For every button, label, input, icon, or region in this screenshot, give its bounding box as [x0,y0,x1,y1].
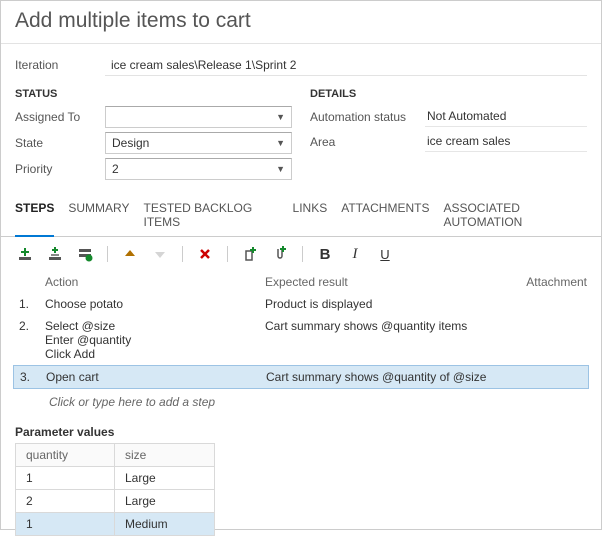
chevron-down-icon: ▼ [276,164,285,174]
steps-toolbar: B I U [1,237,601,271]
step-expected[interactable]: Cart summary shows @quantity items [265,319,587,361]
assigned-to-dropdown[interactable]: ▼ [105,106,292,128]
area-label: Area [310,135,425,149]
state-label: State [15,136,105,150]
step-row[interactable]: 1.Choose potatoProduct is displayed [15,293,587,315]
tabs: STEPS SUMMARY TESTED BACKLOG ITEMS LINKS ATT… [1,184,601,237]
state-dropdown[interactable]: Design▼ [105,132,292,154]
area-value[interactable]: ice cream sales [425,131,587,152]
tab-summary[interactable]: SUMMARY [68,196,129,236]
tab-attachments[interactable]: ATTACHMENTS [341,196,429,236]
steps-grid: Action Expected result Attachment 1.Choo… [1,271,601,415]
delete-button[interactable] [195,244,215,264]
page-title: Add multiple items to cart [1,1,601,44]
col-attachment: Attachment [507,275,587,289]
status-header: STATUS [15,88,292,100]
attachment-button[interactable] [270,244,290,264]
separator [227,246,228,262]
iteration-label: Iteration [15,58,105,72]
step-action[interactable]: Choose potato [45,297,265,311]
move-down-button[interactable] [150,244,170,264]
assigned-to-label: Assigned To [15,110,105,124]
chevron-down-icon: ▼ [276,112,285,122]
tab-links[interactable]: LINKS [293,196,328,236]
insert-shared-step-button[interactable] [45,244,65,264]
param-row[interactable]: 2Large [16,490,215,513]
step-action[interactable]: Open cart [46,370,266,384]
param-cell[interactable]: Medium [114,513,214,536]
add-step-placeholder[interactable]: Click or type here to add a step [15,389,587,415]
step-row[interactable]: 3.Open cartCart summary shows @quantity … [13,365,589,389]
tab-steps[interactable]: STEPS [15,196,54,237]
param-cell[interactable]: 2 [16,490,115,513]
step-expected[interactable]: Product is displayed [265,297,587,311]
parameter-values-title: Parameter values [15,425,587,439]
parameter-table: quantitysize 1Large2Large1Medium [15,443,215,536]
param-row[interactable]: 1Large [16,467,215,490]
separator [182,246,183,262]
details-header: DETAILS [310,88,587,100]
param-row[interactable]: 1Medium [16,513,215,536]
separator [302,246,303,262]
priority-dropdown[interactable]: 2▼ [105,158,292,180]
tab-associated-automation[interactable]: ASSOCIATED AUTOMATION [443,196,587,236]
bold-button[interactable]: B [315,244,335,264]
priority-label: Priority [15,162,105,176]
step-expected[interactable]: Cart summary shows @quantity of @size [266,370,586,384]
step-action[interactable]: Select @sizeEnter @quantityClick Add [45,319,265,361]
col-expected: Expected result [265,275,507,289]
add-parameter-button[interactable] [240,244,260,264]
param-cell[interactable]: 1 [16,467,115,490]
step-number: 1. [15,297,45,311]
param-cell[interactable]: Large [114,490,214,513]
insert-step-button[interactable] [15,244,35,264]
param-col-size: size [114,444,214,467]
param-cell[interactable]: 1 [16,513,115,536]
param-cell[interactable]: Large [114,467,214,490]
separator [107,246,108,262]
move-up-button[interactable] [120,244,140,264]
tab-tested-backlog-items[interactable]: TESTED BACKLOG ITEMS [143,196,278,236]
automation-status-value[interactable]: Not Automated [425,106,587,127]
step-row[interactable]: 2.Select @sizeEnter @quantityClick AddCa… [15,315,587,365]
automation-status-label: Automation status [310,110,425,124]
param-col-quantity: quantity [16,444,115,467]
col-action: Action [45,275,265,289]
chevron-down-icon: ▼ [276,138,285,148]
step-number: 3. [16,370,46,384]
step-number: 2. [15,319,45,361]
underline-button[interactable]: U [375,244,395,264]
create-shared-steps-button[interactable] [75,244,95,264]
italic-button[interactable]: I [345,244,365,264]
iteration-field[interactable]: ice cream sales\Release 1\Sprint 2 [105,54,587,76]
